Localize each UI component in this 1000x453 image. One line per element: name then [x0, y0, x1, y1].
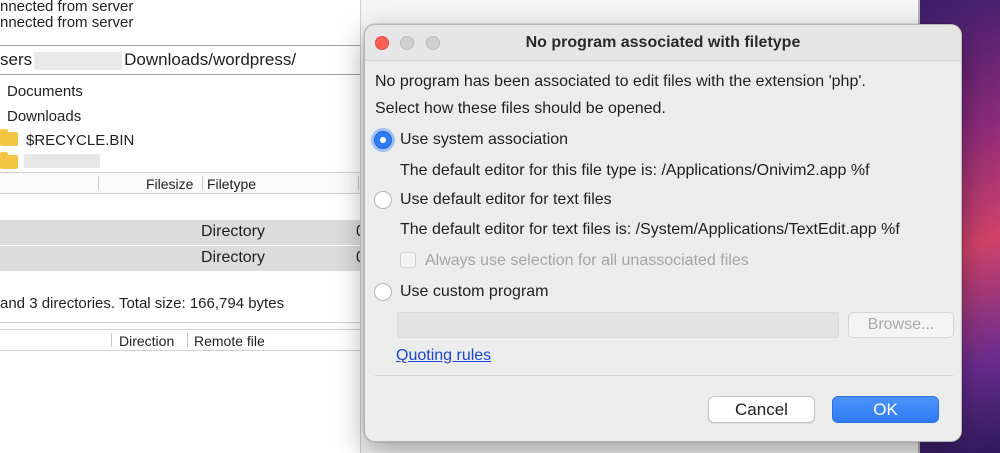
dialog-instruction: Select how these files should be opened. — [375, 100, 666, 117]
column-filesize[interactable]: Filesize — [146, 176, 193, 192]
tree-item-downloads[interactable]: Downloads — [7, 108, 81, 125]
custom-program-radio[interactable] — [374, 283, 392, 301]
table-row[interactable]: Directory 0 — [0, 220, 370, 245]
row-filetype: Directory — [201, 223, 266, 240]
log-line: nnected from server — [0, 0, 134, 15]
dialog-titlebar[interactable]: No program associated with filetype — [365, 25, 961, 61]
no-program-dialog: No program associated with filetype No p… — [364, 24, 962, 442]
always-use-checkbox[interactable] — [400, 252, 416, 268]
custom-program-label[interactable]: Use custom program — [400, 283, 549, 301]
ok-button[interactable]: OK — [832, 396, 939, 423]
dialog-title: No program associated with filetype — [525, 34, 801, 51]
column-separator — [98, 176, 99, 190]
queue-header: Direction Remote file — [0, 329, 370, 351]
column-separator — [358, 176, 359, 190]
column-separator — [187, 333, 188, 347]
tree-item-documents[interactable]: Documents — [7, 83, 83, 100]
column-direction[interactable]: Direction — [119, 333, 174, 349]
redacted-folder-name — [24, 154, 100, 168]
folder-icon — [0, 152, 18, 169]
folder-icon — [0, 129, 18, 146]
column-separator — [202, 176, 203, 190]
system-association-label[interactable]: Use system association — [400, 131, 568, 149]
browse-button[interactable]: Browse... — [848, 312, 954, 338]
default-editor-detail: The default editor for text files is: /S… — [400, 221, 900, 238]
path-prefix: sers — [0, 50, 33, 69]
tree-item-recycle-bin[interactable]: $RECYCLE.BIN — [26, 132, 134, 149]
local-status-text: and 3 directories. Total size: 166,794 b… — [0, 293, 370, 323]
row-filetype: Directory — [201, 249, 266, 266]
local-path-input[interactable]: sers Downloads/wordpress/ — [0, 45, 370, 75]
path-suffix: Downloads/wordpress/ — [124, 50, 297, 69]
column-filetype[interactable]: Filetype — [207, 176, 256, 192]
always-use-label[interactable]: Always use selection for all unassociate… — [425, 252, 749, 270]
log-line: nnected from server — [0, 14, 134, 31]
cancel-button[interactable]: Cancel — [708, 396, 815, 423]
default-editor-radio[interactable] — [374, 191, 392, 209]
dialog-message: No program has been associated to edit f… — [375, 73, 866, 90]
dialog-divider — [375, 375, 953, 376]
table-row[interactable]: Directory 0 — [0, 246, 370, 271]
quoting-rules-link[interactable]: Quoting rules — [396, 347, 491, 365]
system-association-radio[interactable] — [374, 131, 392, 149]
system-association-detail: The default editor for this file type is… — [400, 162, 870, 179]
column-separator — [111, 333, 112, 347]
column-remote-file[interactable]: Remote file — [194, 333, 265, 349]
custom-program-input[interactable] — [397, 312, 839, 338]
redacted-username — [34, 51, 123, 70]
file-list-header: Filesize Filetype — [0, 172, 370, 194]
default-editor-label[interactable]: Use default editor for text files — [400, 191, 612, 209]
